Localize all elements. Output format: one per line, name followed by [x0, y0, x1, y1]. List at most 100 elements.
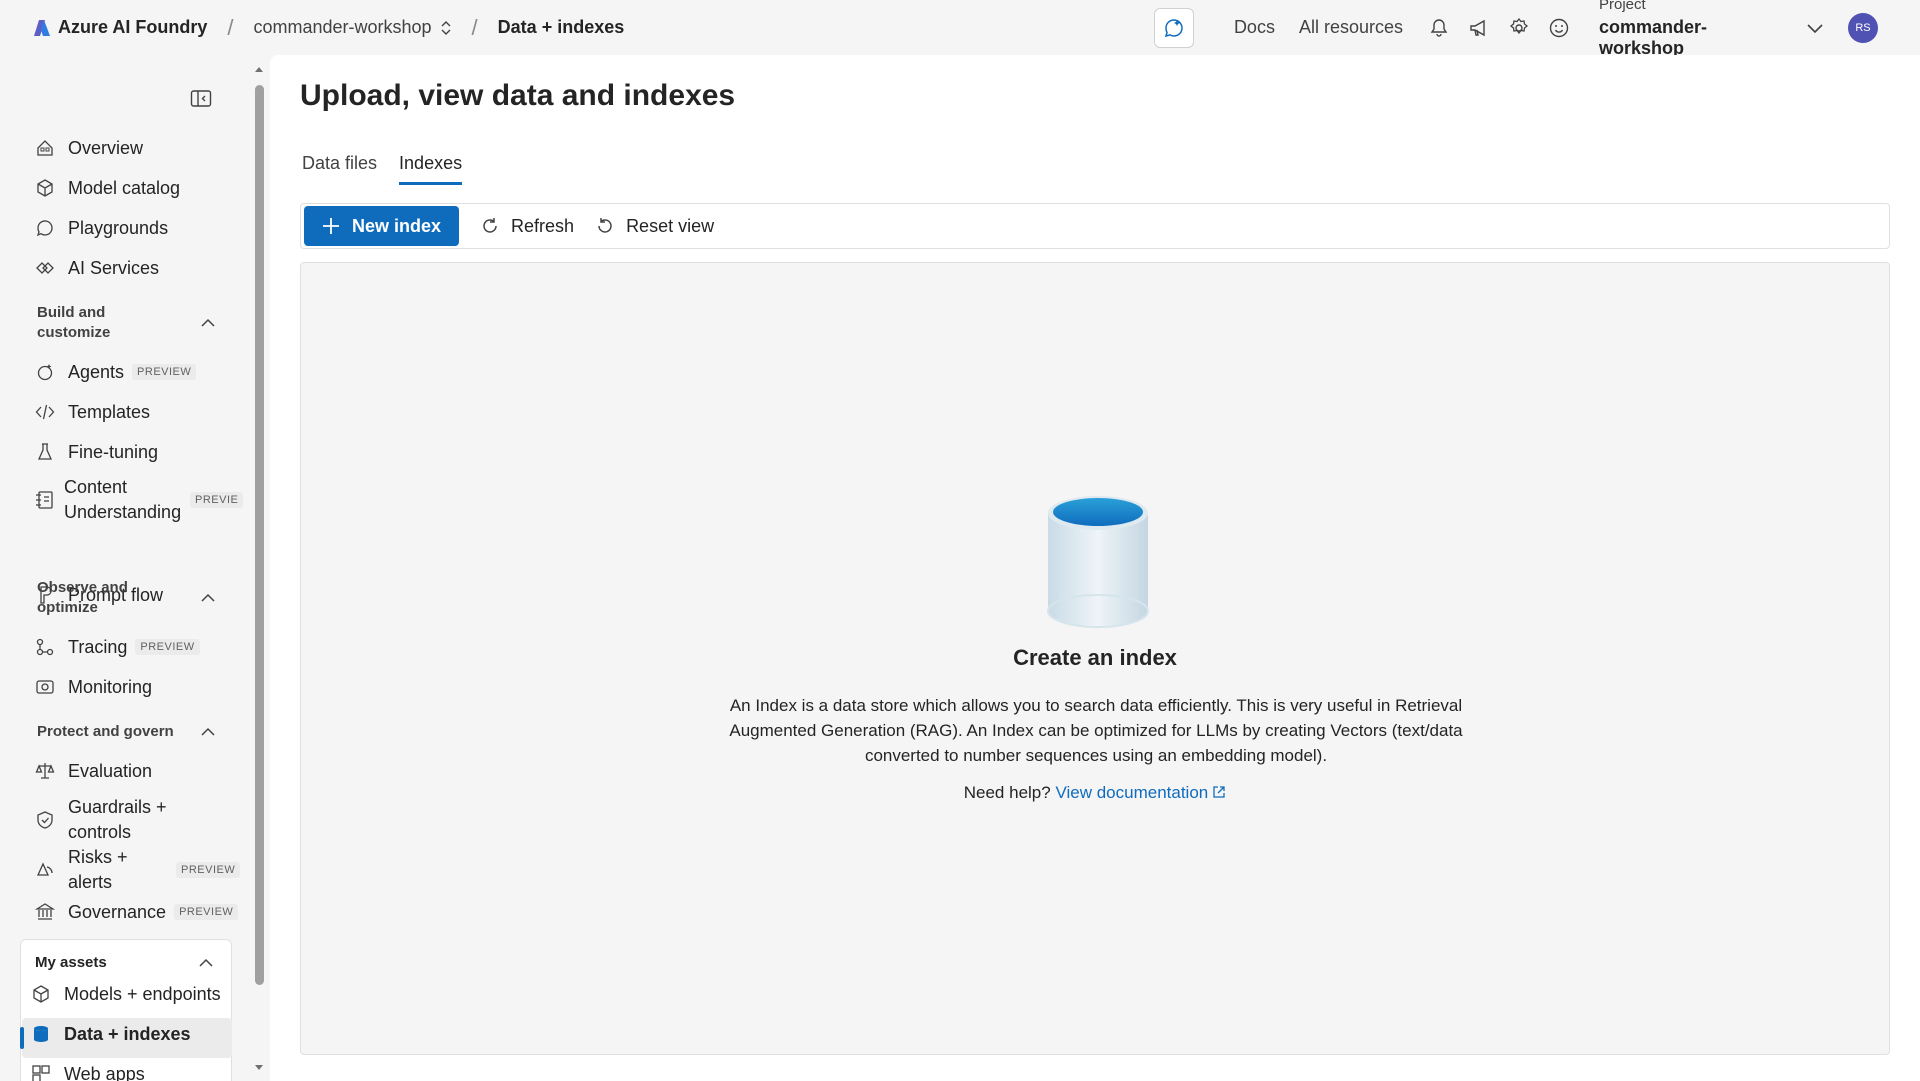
section-build-customize[interactable]: Build and customize [37, 303, 217, 343]
shield-icon [34, 809, 56, 831]
docs-link[interactable]: Docs [1234, 17, 1275, 38]
project-selector[interactable]: Project commander-workshop [1599, 0, 1784, 59]
chevron-up-icon [201, 727, 215, 736]
collapse-sidebar-icon[interactable] [190, 89, 212, 109]
avatar[interactable]: RS [1848, 12, 1878, 43]
section-observe-optimize[interactable]: Observe and optimize [37, 578, 217, 618]
scroll-down-arrow-icon[interactable] [252, 1060, 266, 1074]
sidebar-item-label: Governance [68, 901, 167, 922]
sidebar-item-label: Models + endpoints [64, 983, 221, 1004]
project-name: commander-workshop [1599, 17, 1708, 58]
sidebar-item-monitoring[interactable]: Monitoring [34, 676, 152, 698]
cube-icon [30, 983, 52, 1005]
page-title: Upload, view data and indexes [300, 79, 736, 112]
building-icon [34, 901, 56, 923]
reset-view-label: Reset view [626, 215, 715, 236]
project-label: Project [1599, 0, 1646, 13]
sidebar-item-label: Fine-tuning [68, 441, 159, 462]
sidebar-item-web-apps[interactable]: Web apps [30, 1063, 145, 1081]
document-list-icon [34, 489, 56, 511]
sidebar-item-fine-tuning[interactable]: Fine-tuning [34, 441, 158, 463]
chevron-up-icon [201, 593, 215, 602]
sidebar-item-templates[interactable]: Templates [34, 401, 150, 423]
section-title: Observe and optimize [37, 579, 128, 616]
tab-indexes[interactable]: Indexes [399, 153, 463, 185]
chat-icon [34, 217, 56, 239]
sidebar-scrollbar[interactable] [252, 55, 266, 1081]
section-protect-govern[interactable]: Protect and govern [37, 722, 217, 742]
breadcrumb-separator: / [471, 14, 478, 40]
sidebar-item-models-endpoints[interactable]: Models + endpoints [30, 983, 221, 1005]
sidebar-item-label: Overview [68, 137, 144, 158]
sidebar-item-model-catalog[interactable]: Model catalog [34, 177, 180, 199]
refresh-button[interactable]: Refresh [479, 215, 574, 237]
settings-button[interactable] [1507, 16, 1531, 40]
scroll-up-arrow-icon[interactable] [252, 63, 266, 77]
flask-icon [34, 441, 56, 463]
database-icon [30, 1023, 52, 1045]
sidebar-item-guardrails[interactable]: Guardrails + controls [34, 795, 178, 845]
announcements-button[interactable] [1467, 16, 1491, 40]
external-link-icon [1213, 786, 1225, 798]
preview-badge: PREVIE [190, 492, 244, 508]
feedback-button[interactable] [1547, 16, 1571, 40]
copilot-button[interactable] [1153, 7, 1194, 48]
code-icon [34, 401, 56, 423]
sidebar-item-data-indexes[interactable]: Data + indexes [30, 1023, 191, 1045]
sidebar-item-label: Templates [68, 401, 151, 422]
empty-state-panel: Create an index An Index is a data store… [300, 262, 1890, 1055]
section-title[interactable]: My assets [35, 954, 107, 971]
sidebar-item-content-understanding[interactable]: Content Understanding PREVIE [34, 475, 244, 525]
preview-badge: PREVIEW [132, 364, 197, 380]
chevron-up-down-icon [441, 20, 451, 35]
section-title: Build and customize [37, 304, 111, 341]
view-documentation-link[interactable]: View documentation [1055, 783, 1226, 802]
scales-icon [34, 760, 56, 782]
plus-icon [323, 218, 339, 234]
all-resources-link[interactable]: All resources [1299, 17, 1403, 38]
toolbar: New index Refresh Reset view [300, 203, 1890, 249]
sidebar-item-evaluation[interactable]: Evaluation [34, 760, 152, 782]
gear-icon [1509, 17, 1529, 34]
breadcrumb-separator: / [227, 14, 234, 40]
chevron-up-icon [201, 318, 215, 327]
sidebar-item-label: Risks + alerts [68, 847, 128, 892]
sidebar-item-tracing[interactable]: Tracing PREVIEW [34, 636, 200, 658]
sidebar-item-label: AI Services [68, 257, 160, 278]
tab-data-files[interactable]: Data files [302, 153, 377, 185]
sidebar-item-playgrounds[interactable]: Playgrounds [34, 217, 168, 239]
chevron-down-icon[interactable] [1804, 17, 1826, 39]
help-prefix: Need help? [963, 783, 1051, 802]
brand[interactable]: Azure AI Foundry [32, 17, 207, 38]
tab-list: Data files Indexes [302, 153, 484, 185]
notifications-button[interactable] [1427, 16, 1451, 40]
sidebar-item-label: Guardrails + controls [68, 797, 167, 842]
empty-state-description: An Index is a data store which allows yo… [729, 696, 1463, 765]
breadcrumb-project-label: commander-workshop [253, 17, 432, 37]
sidebar-item-ai-services[interactable]: AI Services [34, 257, 159, 279]
monitoring-icon [34, 676, 56, 698]
sidebar-item-label: Content Understanding [64, 477, 182, 522]
view-documentation-label: View documentation [1055, 783, 1209, 802]
reset-icon [598, 218, 612, 233]
alert-icon [34, 859, 56, 881]
sidebar-item-label: Web apps [64, 1063, 145, 1081]
breadcrumb-current: Data + indexes [497, 17, 625, 37]
sidebar-item-overview[interactable]: Overview [34, 137, 143, 159]
reset-view-button[interactable]: Reset view [594, 215, 714, 237]
new-index-button[interactable]: New index [304, 206, 460, 246]
chevron-up-icon[interactable] [197, 954, 215, 972]
breadcrumb-project[interactable]: commander-workshop [253, 17, 451, 38]
sidebar-item-governance[interactable]: Governance PREVIEW [34, 901, 239, 923]
main-content: Upload, view data and indexes Data files… [270, 55, 1920, 1081]
bell-icon [1430, 18, 1448, 37]
web-apps-icon [30, 1063, 52, 1081]
empty-state-title: Create an index [1013, 645, 1177, 670]
top-bar: Azure AI Foundry / commander-workshop / … [0, 0, 1920, 58]
preview-badge: PREVIEW [176, 862, 241, 878]
sidebar-item-risks-alerts[interactable]: Risks + alerts PREVIEW [34, 845, 241, 895]
sidebar-item-label: Monitoring [68, 676, 153, 697]
brand-name: Azure AI Foundry [58, 17, 208, 37]
scrollbar-thumb[interactable] [255, 85, 264, 985]
sidebar-item-agents[interactable]: Agents PREVIEW [34, 361, 197, 383]
